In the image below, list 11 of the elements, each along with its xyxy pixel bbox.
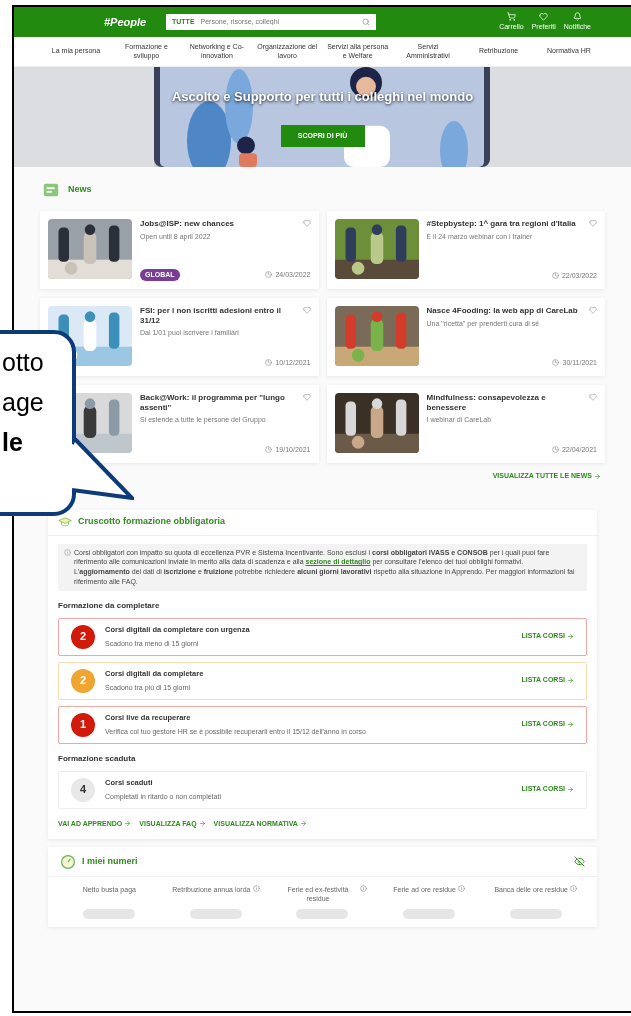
count-badge: 4: [71, 777, 95, 802]
count-badge: 2: [71, 624, 95, 649]
count-badge: 2: [71, 668, 95, 693]
section-title: I miei numeri: [82, 854, 138, 868]
callout-text: le: [2, 427, 24, 458]
callout-text: otto: [2, 347, 45, 378]
count-badge: 1: [71, 712, 95, 737]
subsection-title: Formazione scaduta: [58, 752, 137, 765]
section-title: Cruscotto formazione obbligatoria: [78, 515, 225, 529]
subsection-title: Formazione da completare: [58, 599, 161, 612]
section-title: News: [68, 183, 92, 197]
